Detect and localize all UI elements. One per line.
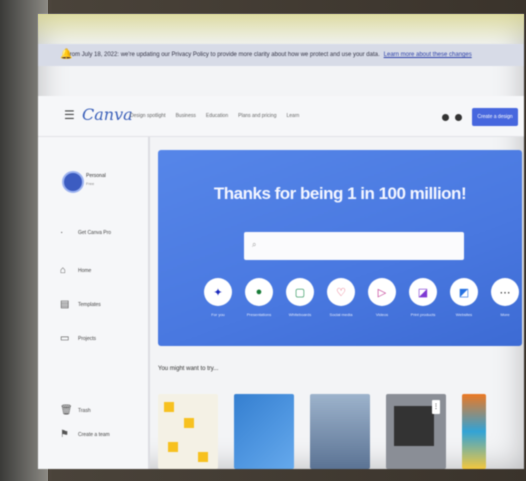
suggestions-title: You might want to try... bbox=[158, 366, 219, 372]
category-videos[interactable]: ▷ Videos bbox=[368, 278, 396, 317]
whiteboard-icon: ▢ bbox=[286, 278, 314, 306]
sidebar: Personal Free · Get Canva Pro ⌂ Home ▤ T… bbox=[38, 137, 148, 469]
team-name[interactable]: Personal bbox=[86, 173, 106, 179]
category-row: ✦ For you ● Presentations ▢ Whiteboards … bbox=[204, 278, 519, 317]
category-label: Social media bbox=[329, 312, 353, 317]
get-pro-label: Get Canva Pro bbox=[78, 229, 112, 236]
sidebar-item-label: Templates bbox=[78, 301, 101, 308]
category-for-you[interactable]: ✦ For you bbox=[204, 278, 232, 317]
create-design-button[interactable]: Create a design bbox=[472, 108, 518, 126]
nav-item-learn[interactable]: Learn bbox=[286, 113, 299, 119]
category-websites[interactable]: ◩ Websites bbox=[450, 278, 478, 317]
decor-square bbox=[164, 402, 174, 412]
menu-icon[interactable]: ☰ bbox=[64, 108, 75, 122]
print-icon: ◪ bbox=[409, 278, 437, 306]
nav-item-design-spotlight[interactable]: Design spotlight bbox=[130, 113, 166, 119]
category-presentations[interactable]: ● Presentations bbox=[245, 278, 273, 317]
presentation-icon: ● bbox=[245, 278, 273, 306]
top-icons bbox=[442, 114, 462, 121]
sidebar-item-label: Create a team bbox=[78, 431, 110, 438]
sidebar-item-label: Home bbox=[78, 267, 92, 274]
banner-link[interactable]: Learn more about these changes bbox=[384, 52, 472, 58]
notifications-icon[interactable] bbox=[455, 114, 462, 121]
suggestion-doc[interactable] bbox=[158, 394, 218, 469]
category-label: Videos bbox=[375, 312, 389, 317]
category-whiteboards[interactable]: ▢ Whiteboards bbox=[286, 278, 314, 317]
nav-item-plans[interactable]: Plans and pricing bbox=[238, 113, 276, 119]
search-icon: ⌕ bbox=[252, 240, 257, 249]
sidebar-item-label: Trash bbox=[78, 407, 91, 414]
category-label: More bbox=[500, 312, 510, 317]
search-input[interactable]: ⌕ bbox=[244, 232, 464, 260]
nav-item-education[interactable]: Education bbox=[206, 113, 228, 119]
trash-icon: 🗑 bbox=[60, 405, 73, 416]
sidebar-item-label: Projects bbox=[78, 335, 97, 342]
avatar[interactable] bbox=[62, 171, 84, 193]
templates-icon: ▤ bbox=[60, 299, 70, 310]
sidebar-item-home[interactable]: ⌂ Home bbox=[60, 265, 91, 276]
suggestion-instagram-post[interactable] bbox=[462, 394, 486, 469]
sidebar-item-projects[interactable]: ▭ Projects bbox=[60, 333, 96, 344]
category-label: Print products bbox=[410, 312, 436, 317]
video-icon: ▷ bbox=[368, 278, 396, 306]
crown-icon: · bbox=[60, 227, 64, 238]
bell-icon: 🔔 bbox=[60, 49, 73, 60]
heart-icon: ♡ bbox=[327, 278, 355, 306]
sidebar-item-create-team[interactable]: ⚑ Create a team bbox=[60, 429, 110, 440]
suggestions-row: ⋮ bbox=[158, 394, 486, 469]
privacy-banner: 🔔 From July 18, 2022: we're updating our… bbox=[38, 44, 524, 66]
decor-square bbox=[184, 418, 194, 428]
suggestion-whiteboard[interactable] bbox=[310, 394, 370, 469]
suggestion-video[interactable]: ⋮ bbox=[386, 394, 446, 469]
screen: 🔔 From July 18, 2022: we're updating our… bbox=[38, 14, 524, 469]
category-label: Presentations bbox=[246, 312, 272, 317]
decor-square bbox=[198, 452, 208, 462]
nav-item-business[interactable]: Business bbox=[176, 113, 196, 119]
category-social-media[interactable]: ♡ Social media bbox=[327, 278, 355, 317]
projects-icon: ▭ bbox=[60, 333, 70, 344]
canva-logo[interactable]: Canva bbox=[82, 105, 133, 124]
brand-icon: ⚑ bbox=[60, 429, 69, 440]
settings-icon[interactable] bbox=[442, 114, 449, 121]
category-label: Websites bbox=[455, 312, 473, 317]
team-plan: Free bbox=[86, 181, 95, 186]
banner-text: From July 18, 2022: we're updating our P… bbox=[66, 52, 380, 58]
more-options-icon[interactable]: ⋮ bbox=[432, 400, 440, 414]
sidebar-item-trash[interactable]: 🗑 Trash bbox=[60, 405, 91, 416]
sidebar-divider bbox=[148, 137, 150, 469]
category-print-products[interactable]: ◪ Print products bbox=[409, 278, 437, 317]
sparkle-icon: ✦ bbox=[204, 278, 232, 306]
category-label: Whiteboards bbox=[288, 312, 312, 317]
nav-menu: Design spotlight Business Education Plan… bbox=[130, 113, 299, 119]
hero-title: Thanks for being 1 in 100 million! bbox=[213, 184, 467, 203]
hero-banner: Thanks for being 1 in 100 million! ⌕ ✦ F… bbox=[158, 150, 522, 346]
category-more[interactable]: ⋯ More bbox=[491, 278, 519, 317]
home-icon: ⌂ bbox=[60, 265, 67, 276]
sidebar-item-templates[interactable]: ▤ Templates bbox=[60, 299, 101, 310]
decor-square bbox=[168, 442, 178, 452]
category-label: For you bbox=[211, 312, 225, 317]
get-pro-link[interactable]: · Get Canva Pro bbox=[60, 227, 111, 238]
website-icon: ◩ bbox=[450, 278, 478, 306]
suggestion-presentation[interactable] bbox=[234, 394, 294, 469]
thumbnail-image bbox=[394, 406, 434, 446]
more-icon: ⋯ bbox=[491, 278, 519, 306]
top-navigation: ☰ Canva Design spotlight Business Educat… bbox=[38, 96, 524, 137]
